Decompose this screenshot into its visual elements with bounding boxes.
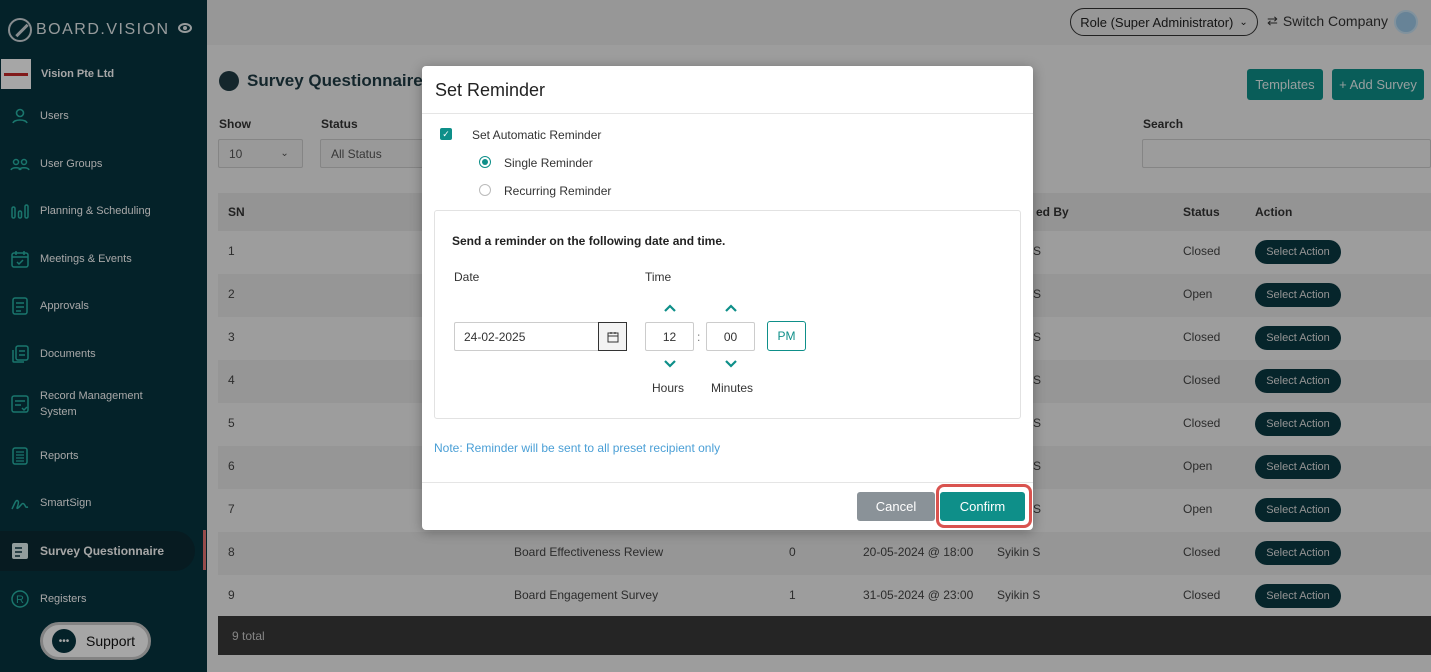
auto-reminder-label: Set Automatic Reminder bbox=[472, 128, 602, 142]
divider bbox=[422, 482, 1033, 483]
time-separator: : bbox=[697, 330, 701, 344]
time-label: Time bbox=[645, 270, 672, 284]
single-reminder-label: Single Reminder bbox=[504, 156, 593, 170]
recurring-reminder-radio[interactable] bbox=[479, 184, 491, 196]
single-reminder-radio[interactable] bbox=[479, 156, 491, 168]
reminder-panel: Send a reminder on the following date an… bbox=[434, 210, 1021, 419]
hours-input[interactable]: 12 bbox=[645, 322, 694, 351]
divider bbox=[422, 113, 1033, 114]
hours-label: Hours bbox=[652, 381, 685, 395]
recurring-reminder-label: Recurring Reminder bbox=[504, 184, 612, 198]
hours-up-icon[interactable] bbox=[663, 303, 677, 313]
minutes-up-icon[interactable] bbox=[724, 303, 738, 313]
auto-reminder-checkbox[interactable]: ✓ bbox=[440, 128, 452, 140]
date-label: Date bbox=[454, 270, 480, 284]
confirm-button[interactable]: Confirm bbox=[940, 492, 1025, 521]
calendar-icon[interactable] bbox=[598, 322, 627, 351]
minutes-down-icon[interactable] bbox=[724, 359, 738, 369]
cancel-button[interactable]: Cancel bbox=[857, 492, 935, 521]
reminder-note: Note: Reminder will be sent to all prese… bbox=[434, 441, 721, 455]
minutes-input[interactable]: 00 bbox=[706, 322, 755, 351]
hours-down-icon[interactable] bbox=[663, 359, 677, 369]
ampm-toggle[interactable]: PM bbox=[767, 321, 806, 351]
minutes-label: Minutes bbox=[711, 381, 754, 395]
modal-title: Set Reminder bbox=[435, 80, 546, 100]
set-reminder-modal: Set Reminder ✓ Set Automatic Reminder Si… bbox=[422, 66, 1033, 530]
panel-heading: Send a reminder on the following date an… bbox=[452, 234, 726, 248]
